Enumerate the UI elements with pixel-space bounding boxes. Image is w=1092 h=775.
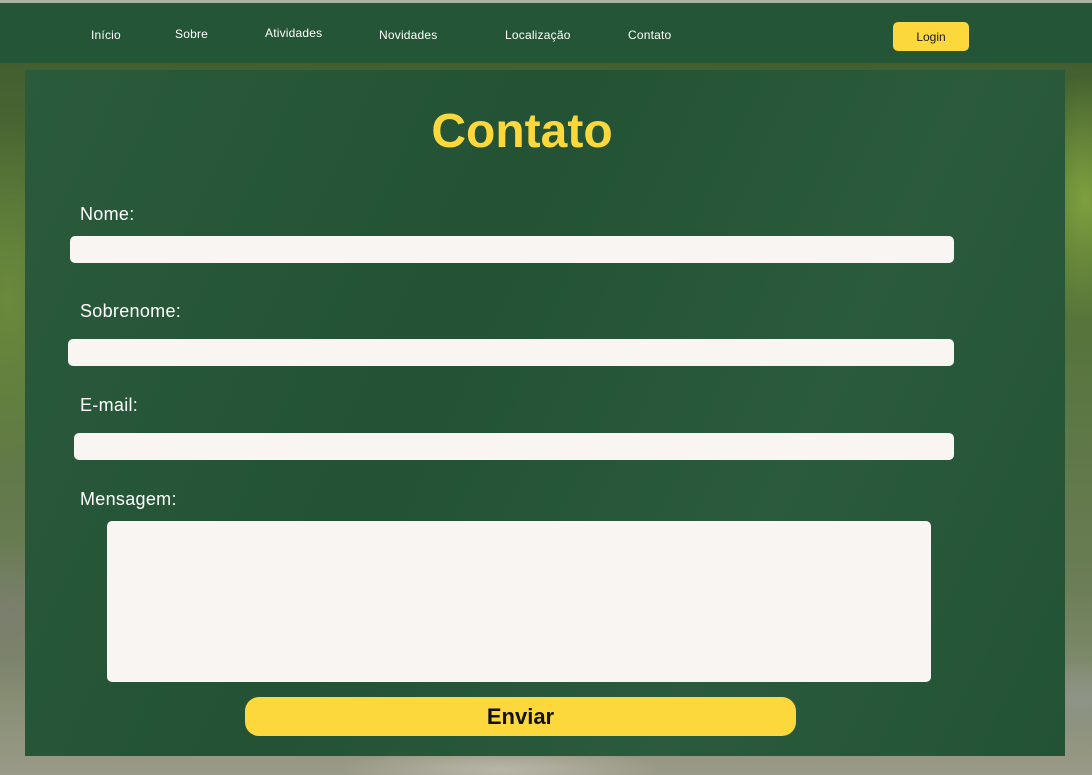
page-title: Contato bbox=[431, 105, 613, 158]
email-input[interactable] bbox=[74, 433, 954, 460]
navbar: Início Sobre Atividades Novidades Locali… bbox=[0, 3, 1092, 63]
nav-link-atividades[interactable]: Atividades bbox=[265, 26, 322, 40]
enviar-button[interactable]: Enviar bbox=[245, 697, 796, 736]
nav-link-inicio[interactable]: Início bbox=[91, 28, 121, 42]
sobrenome-label: Sobrenome: bbox=[80, 301, 182, 321]
nome-label: Nome: bbox=[80, 204, 135, 224]
nav-link-contato[interactable]: Contato bbox=[628, 28, 671, 42]
mensagem-label: Mensagem: bbox=[80, 489, 177, 509]
email-label: E-mail: bbox=[80, 395, 139, 415]
nome-input[interactable] bbox=[70, 236, 954, 263]
nav-link-novidades[interactable]: Novidades bbox=[379, 28, 438, 42]
sobrenome-input[interactable] bbox=[68, 339, 954, 366]
nav-link-sobre[interactable]: Sobre bbox=[175, 27, 208, 41]
mensagem-textarea[interactable] bbox=[107, 521, 931, 682]
nav-link-localizacao[interactable]: Localização bbox=[505, 28, 571, 42]
login-button[interactable]: Login bbox=[893, 22, 969, 51]
